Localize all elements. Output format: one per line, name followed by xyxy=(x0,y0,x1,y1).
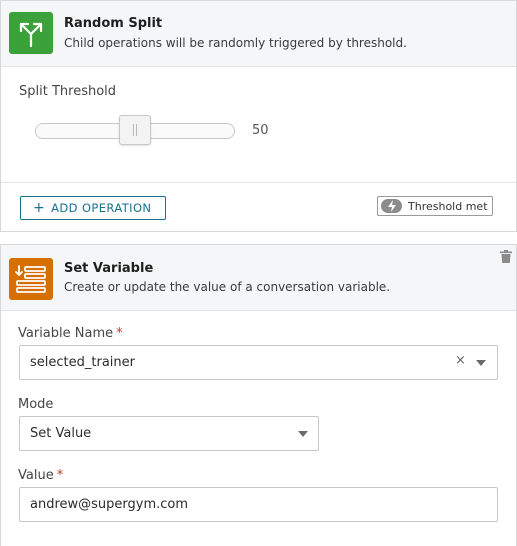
chevron-down-icon[interactable] xyxy=(476,360,486,366)
lightning-icon xyxy=(381,199,402,213)
value-input-text: andrew@supergym.com xyxy=(30,497,189,512)
random-split-header: Random Split Child operations will be ra… xyxy=(1,1,516,67)
random-split-title: Random Split xyxy=(64,16,163,31)
add-operation-button[interactable]: + ADD OPERATION xyxy=(20,196,166,220)
set-variable-header: Set Variable Create or update the value … xyxy=(1,245,516,311)
grip-icon xyxy=(133,124,137,136)
required-marker: * xyxy=(56,468,64,483)
variable-name-value: selected_trainer xyxy=(30,355,135,370)
variable-name-label: Variable Name * xyxy=(18,326,123,341)
clear-icon[interactable]: × xyxy=(455,353,466,368)
threshold-met-badge: Threshold met xyxy=(377,196,493,216)
required-marker: * xyxy=(116,326,123,341)
value-input[interactable]: andrew@supergym.com xyxy=(19,487,498,522)
split-threshold-label: Split Threshold xyxy=(19,84,117,99)
split-arrows-icon xyxy=(9,12,53,54)
split-threshold-slider-handle[interactable] xyxy=(119,115,151,145)
chevron-down-icon[interactable] xyxy=(298,431,308,437)
value-label-text: Value xyxy=(18,468,54,483)
set-variable-title: Set Variable xyxy=(64,261,154,276)
split-threshold-value: 50 xyxy=(252,123,269,138)
value-label: Value * xyxy=(18,468,63,483)
variable-name-select[interactable]: selected_trainer xyxy=(19,345,498,380)
plus-icon: + xyxy=(33,200,46,216)
threshold-met-label: Threshold met xyxy=(408,199,488,213)
trash-icon[interactable] xyxy=(500,250,512,263)
variable-list-icon xyxy=(9,258,53,300)
mode-select[interactable]: Set Value xyxy=(19,416,319,451)
random-split-card: Random Split Child operations will be ra… xyxy=(0,0,517,232)
set-variable-description: Create or update the value of a conversa… xyxy=(64,280,391,294)
random-split-description: Child operations will be randomly trigge… xyxy=(64,36,407,50)
card-divider xyxy=(1,182,516,183)
variable-name-label-text: Variable Name xyxy=(18,326,114,341)
mode-label: Mode xyxy=(18,397,54,412)
add-operation-label: ADD OPERATION xyxy=(51,201,152,215)
mode-value: Set Value xyxy=(30,426,92,441)
